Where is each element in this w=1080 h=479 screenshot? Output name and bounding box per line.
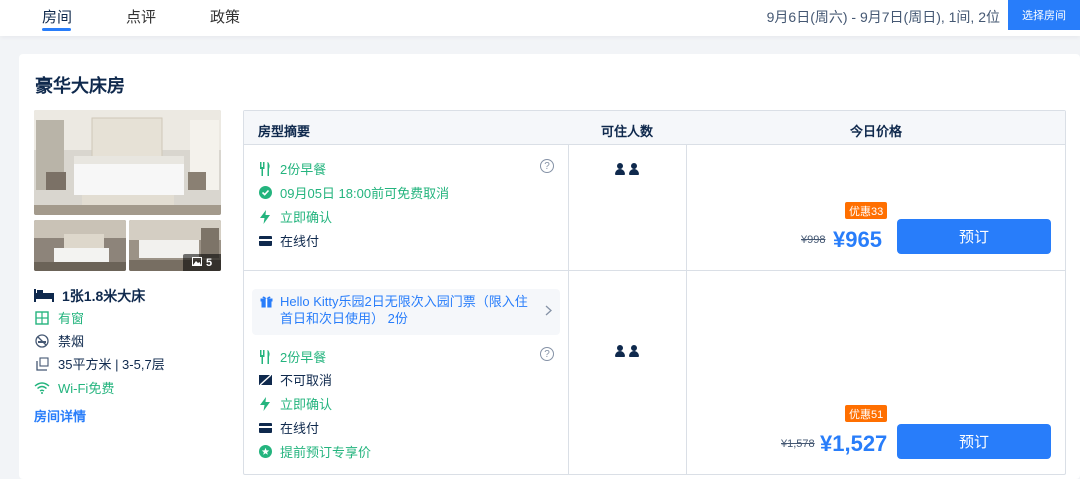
row-divider — [244, 270, 1065, 271]
header-occupancy: 可住人数 — [601, 124, 654, 139]
feature-confirm: 立即确认 — [258, 394, 332, 413]
active-tab-indicator — [42, 28, 71, 31]
amenity-wifi: Wi-Fi免费 — [34, 378, 114, 397]
person-icon — [629, 345, 639, 357]
star-badge-icon — [258, 445, 272, 459]
room-card: 豪华大床房 5 1张1.8米大床 有窗 禁烟 35平方米 | 3-5,7层 Wi… — [19, 54, 1080, 479]
lightning-icon — [258, 209, 272, 224]
feature-label: 在线付 — [280, 421, 320, 436]
column-divider — [568, 145, 569, 474]
discount-badge: 优惠51 — [845, 405, 888, 422]
room-photo-main[interactable] — [34, 110, 221, 215]
person-icon — [615, 163, 625, 175]
header-summary: 房型摘要 — [258, 124, 311, 139]
amenity-label: 35平方米 | 3-5,7层 — [58, 357, 165, 372]
feature-promo: 提前预订专享价 — [258, 442, 371, 461]
amenity-label: Wi-Fi免费 — [58, 381, 115, 396]
occupancy-icons — [615, 345, 639, 357]
bed-icon — [34, 288, 54, 305]
no-smoking-icon — [34, 333, 50, 349]
feature-breakfast: 2份早餐 — [258, 159, 326, 178]
person-icon — [629, 163, 639, 175]
room-details-link[interactable]: 房间详情 — [34, 406, 86, 425]
room-size-icon — [34, 356, 50, 372]
gift-package[interactable]: Hello Kitty乐园2日无限次入园门票（限入住首日和次日使用） 2份 — [252, 289, 560, 335]
amenity-size: 35平方米 | 3-5,7层 — [34, 354, 165, 373]
card-icon — [258, 421, 272, 435]
feature-label: 2份早餐 — [280, 162, 327, 177]
feature-label: 09月05日 18:00前可免费取消 — [280, 186, 450, 201]
bed-info: 1张1.8米大床 — [34, 286, 145, 306]
book-button[interactable]: 预订 — [897, 424, 1051, 459]
help-icon[interactable]: ? — [540, 159, 554, 173]
photo-count-badge[interactable]: 5 — [183, 254, 221, 271]
no-cancel-icon — [258, 373, 272, 387]
room-photo-thumb[interactable]: 5 — [129, 220, 221, 271]
gift-icon — [260, 295, 273, 311]
tab-policies[interactable]: 政策 — [210, 6, 240, 27]
bed-type: 1张1.8米大床 — [62, 288, 146, 304]
feature-payment: 在线付 — [258, 231, 319, 250]
discount-badge: 优惠33 — [845, 202, 888, 219]
header-price: 今日价格 — [850, 124, 903, 139]
booking-date-summary: 9月6日(周六) - 9月7日(周日), 1间, 2位 — [766, 9, 1000, 25]
feature-confirm: 立即确认 — [258, 207, 332, 226]
rate-table-header: 房型摘要 可住人数 今日价格 — [244, 111, 1065, 145]
gift-description: Hello Kitty乐园2日无限次入园门票（限入住首日和次日使用） 2份 — [280, 294, 528, 326]
choose-room-button[interactable]: 选择房间 — [1008, 0, 1080, 30]
top-nav-bar: 房间 点评 政策 9月6日(周六) - 9月7日(周日), 1间, 2位 选择房… — [0, 0, 1080, 36]
amenity-label: 有窗 — [58, 311, 85, 326]
book-button[interactable]: 预订 — [897, 219, 1051, 254]
lightning-icon — [258, 396, 272, 411]
feature-breakfast: 2份早餐 — [258, 347, 326, 366]
column-divider — [686, 145, 687, 474]
utensils-icon — [258, 161, 272, 176]
tab-reviews[interactable]: 点评 — [126, 6, 156, 27]
check-circle-icon — [258, 186, 272, 200]
feature-label: 2份早餐 — [280, 350, 327, 365]
amenity-smoking: 禁烟 — [34, 331, 84, 350]
feature-label: 在线付 — [280, 234, 320, 249]
current-price: ¥965 — [833, 227, 882, 252]
tab-rooms[interactable]: 房间 — [42, 6, 72, 27]
wifi-icon — [34, 380, 50, 396]
card-icon — [258, 234, 272, 248]
original-price: ¥1,578 — [781, 438, 815, 450]
feature-cancel: 不可取消 — [258, 370, 332, 389]
window-icon — [34, 310, 50, 326]
feature-cancel: 09月05日 18:00前可免费取消 — [258, 183, 449, 202]
occupancy-icons — [615, 163, 639, 175]
amenity-window: 有窗 — [34, 308, 84, 327]
feature-label: 立即确认 — [280, 210, 333, 225]
feature-label: 提前预订专享价 — [280, 445, 372, 460]
original-price: ¥998 — [801, 234, 826, 246]
photo-count: 5 — [205, 256, 213, 269]
feature-label: 不可取消 — [280, 373, 333, 388]
person-icon — [615, 345, 625, 357]
feature-label: 立即确认 — [280, 397, 333, 412]
image-icon — [191, 256, 202, 269]
utensils-icon — [258, 349, 272, 364]
room-name: 豪华大床房 — [35, 76, 125, 96]
rate-table: 房型摘要 可住人数 今日价格 2份早餐 ? 09月05日 18:00前可免费取消 — [243, 110, 1066, 475]
chevron-right-icon — [545, 303, 552, 319]
amenity-label: 禁烟 — [58, 334, 85, 349]
feature-payment: 在线付 — [258, 418, 319, 437]
room-photo-thumb[interactable] — [34, 220, 126, 271]
current-price: ¥1,527 — [820, 431, 888, 456]
help-icon[interactable]: ? — [540, 347, 554, 361]
